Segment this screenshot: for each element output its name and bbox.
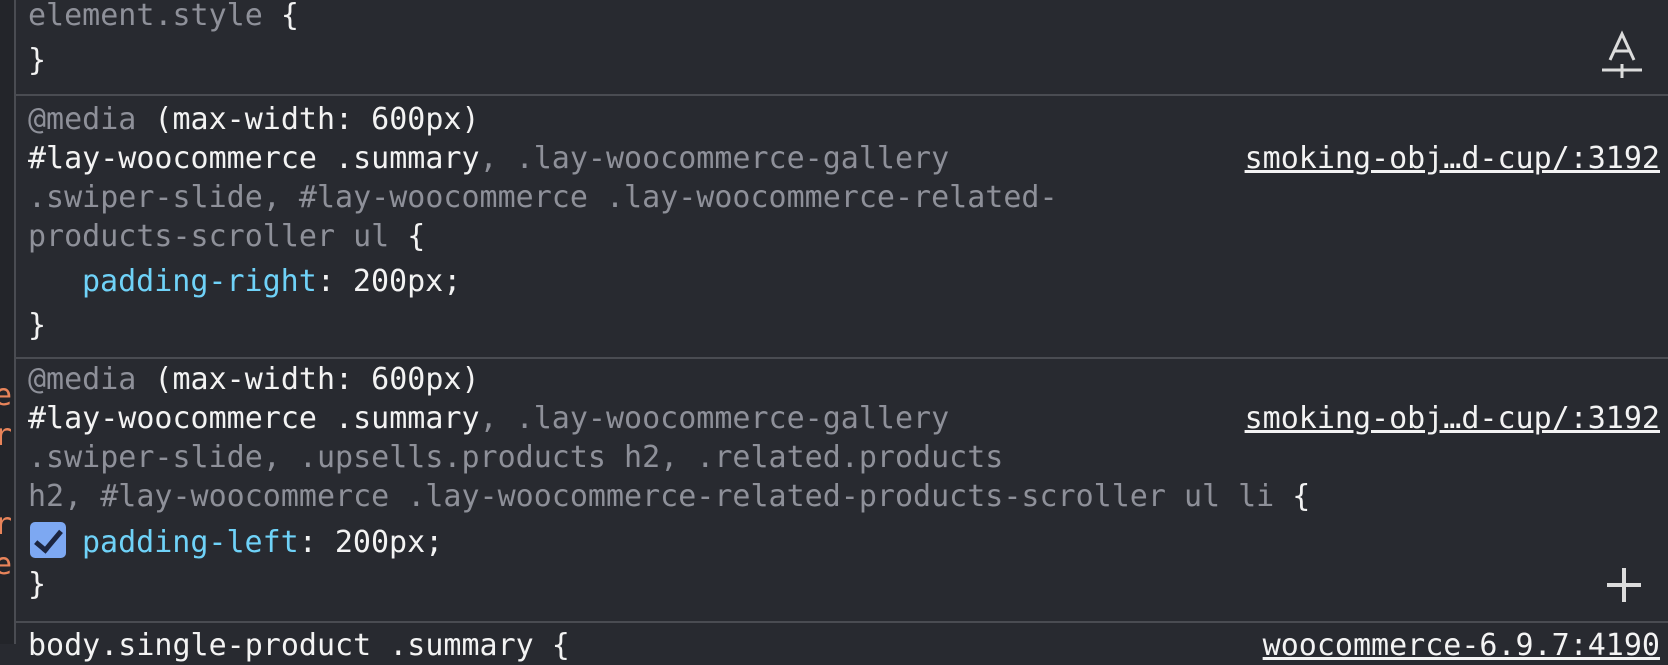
rule-open-brace: { — [262, 0, 299, 33]
selector-matched: #lay-woocommerce .summary — [28, 141, 480, 176]
gutter-letter: r — [0, 416, 12, 456]
rule-element-style: element.style { } — [16, 0, 1668, 94]
declaration-padding-left[interactable]: padding-left: 200px; — [30, 522, 443, 561]
rule-selector-line: h2, #lay-woocommerce .lay-woocommerce-re… — [28, 477, 1310, 516]
selector-unmatched: .swiper-slide, .upsells.products h2, .re… — [28, 440, 1004, 475]
rule-media-padding-left: @media (max-width: 600px) #lay-woocommer… — [16, 357, 1668, 623]
gutter-letter: e — [0, 545, 12, 585]
source-link[interactable]: woocommerce-6.9.7:4190 — [1263, 626, 1660, 665]
selector-unmatched: products-scroller ul — [28, 219, 390, 254]
left-gutter: e r r e — [0, 0, 16, 644]
rule-open-brace: { — [1274, 479, 1311, 514]
declaration-property[interactable]: padding-right — [82, 264, 317, 299]
media-query: (max-width: 600px) — [136, 102, 480, 137]
rule-close-brace[interactable]: } — [28, 41, 46, 80]
declaration-value[interactable]: : 200px; — [317, 264, 462, 299]
declaration-padding-right[interactable]: padding-right: 200px; — [82, 262, 461, 301]
selector-unmatched: , .lay-woocommerce-gallery — [479, 141, 950, 176]
rule-selector-line: products-scroller ul { — [28, 217, 425, 256]
rule-close-brace[interactable]: } — [28, 306, 46, 345]
rule-selector-line[interactable]: element.style { — [28, 0, 299, 35]
selector-unmatched: , .lay-woocommerce-gallery — [479, 401, 950, 436]
font-size-icon[interactable] — [1600, 30, 1644, 80]
rule-open-brace: { — [389, 219, 426, 254]
declaration-enable-checkbox[interactable] — [30, 522, 66, 558]
media-keyword: @media — [28, 362, 137, 397]
gutter-letter: e — [0, 376, 12, 416]
declaration-value[interactable]: : 200px; — [299, 525, 444, 560]
media-query: (max-width: 600px) — [136, 362, 480, 397]
rule-selector-line[interactable]: #lay-woocommerce .summary, .lay-woocomme… — [28, 399, 949, 438]
plus-icon[interactable] — [1604, 565, 1644, 605]
rule-selector-line[interactable]: #lay-woocommerce .summary, .lay-woocomme… — [28, 139, 949, 178]
media-keyword: @media — [28, 102, 137, 137]
rule-media-padding-right: @media (max-width: 600px) #lay-woocommer… — [16, 94, 1668, 359]
css-rules-pane: element.style { } @media (max-width: 600… — [16, 0, 1668, 663]
source-link[interactable]: smoking-obj…d-cup/:3192 — [1245, 139, 1660, 178]
source-link[interactable]: smoking-obj…d-cup/:3192 — [1245, 399, 1660, 438]
media-query-line: @media (max-width: 600px) — [28, 360, 480, 399]
rule-body-single-product: body.single-product .summary { woocommer… — [16, 621, 1668, 663]
rule-open-brace: { — [533, 628, 570, 663]
rule-selector: element.style — [28, 0, 263, 33]
selector-unmatched: h2, #lay-woocommerce .lay-woocommerce-re… — [28, 479, 1275, 514]
selector-matched: #lay-woocommerce .summary — [28, 401, 480, 436]
gutter-letter: r — [0, 505, 12, 545]
declaration-property[interactable]: padding-left — [82, 525, 299, 560]
rule-selector: body.single-product .summary — [28, 628, 534, 663]
rule-close-brace[interactable]: } — [28, 565, 46, 604]
selector-unmatched: .swiper-slide, #lay-woocommerce .lay-woo… — [28, 180, 1058, 215]
rule-selector-line[interactable]: body.single-product .summary { — [28, 626, 570, 665]
media-query-line: @media (max-width: 600px) — [28, 100, 480, 139]
